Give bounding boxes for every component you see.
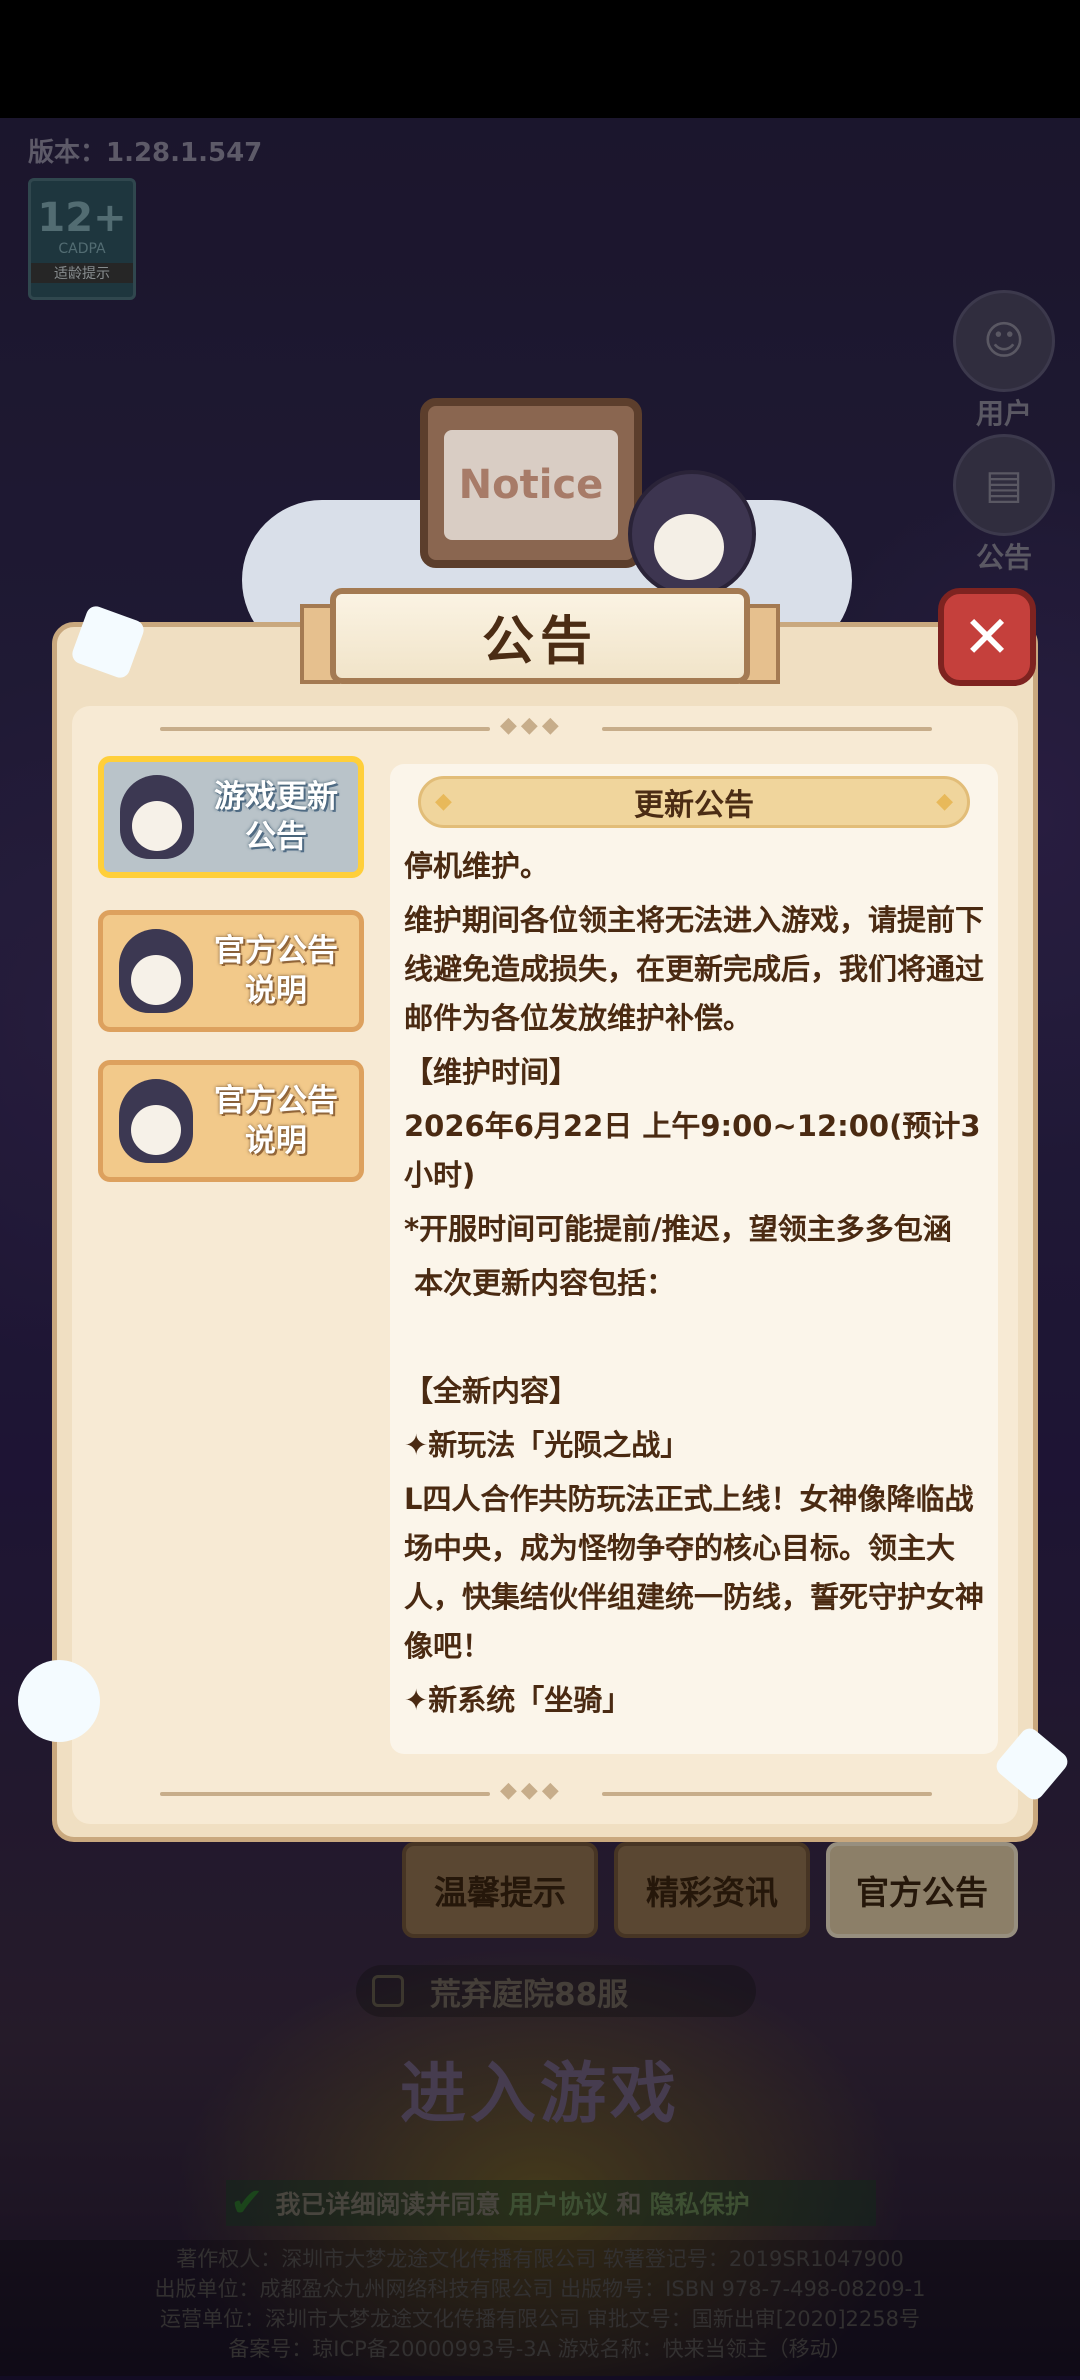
divider <box>160 1792 490 1796</box>
status-bar <box>0 0 1080 118</box>
paragraph: ✦新玩法「光陨之战」 <box>404 1428 690 1462</box>
penguin-glasses-icon <box>120 775 194 859</box>
divider <box>160 727 490 731</box>
paragraph: 【维护时间】 <box>404 1055 579 1089</box>
divider <box>602 727 932 731</box>
paragraph: 停机维护。 <box>404 849 550 883</box>
tab-game-update-notice[interactable]: 游戏更新 公告 <box>98 756 364 878</box>
close-icon: ✕ <box>962 603 1012 671</box>
paragraph: ✦新系统「坐骑」 <box>404 1683 632 1717</box>
divider-ornament: ◆◆◆ <box>500 713 563 738</box>
paragraph: 维护期间各位领主将无法进入游戏，请提前下线避免造成损失，在更新完成后，我们将通过… <box>404 903 985 1035</box>
notice-body: 停机维护。 维护期间各位领主将无法进入游戏，请提前下线避免造成损失，在更新完成后… <box>404 842 988 1730</box>
close-button[interactable]: ✕ <box>938 588 1036 686</box>
divider <box>602 1792 932 1796</box>
tab-label: 官方公告 说明 <box>214 933 338 1009</box>
paragraph: *开服时间可能提前/推迟，望领主多多包涵 <box>404 1212 952 1246</box>
notice-signpost: Notice <box>420 398 642 568</box>
content-title: 更新公告 <box>418 776 970 828</box>
paragraph-blank <box>404 1313 988 1362</box>
notice-content-panel[interactable]: 更新公告 停机维护。 维护期间各位领主将无法进入游戏，请提前下线避免造成损失，在… <box>390 764 998 1754</box>
modal-title-ribbon: 公告 <box>330 588 750 684</box>
paragraph: 2026年6月22日 上午9:00~12:00(预计3小时) <box>404 1109 981 1192</box>
paragraph: 本次更新内容包括： <box>404 1266 676 1300</box>
penguin-icon <box>119 1079 193 1163</box>
divider-ornament: ◆◆◆ <box>500 1778 563 1803</box>
tab-official-notice-1[interactable]: 官方公告 说明 <box>98 910 364 1032</box>
bubble-decoration <box>18 1660 100 1742</box>
notice-sign-text: Notice <box>444 430 618 540</box>
tab-label: 游戏更新 公告 <box>214 779 338 855</box>
penguin-mascot <box>628 470 756 598</box>
paragraph: 【全新内容】 <box>404 1374 579 1408</box>
penguin-icon <box>119 929 193 1013</box>
modal-title: 公告 <box>481 611 598 672</box>
tab-label: 官方公告 说明 <box>214 1083 338 1159</box>
paragraph: L四人合作共防玩法正式上线！女神像降临战场中央，成为怪物争夺的核心目标。领主大人… <box>404 1482 985 1663</box>
tab-official-notice-2[interactable]: 官方公告 说明 <box>98 1060 364 1182</box>
